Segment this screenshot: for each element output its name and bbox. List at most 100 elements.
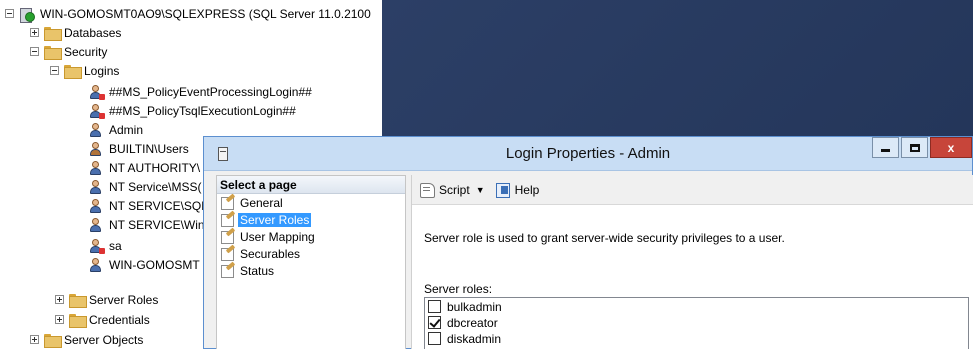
- login-item[interactable]: WIN-GOMOSMT: [88, 255, 200, 274]
- dialog-title: Login Properties - Admin: [505, 145, 671, 162]
- page-item-label: Server Roles: [238, 212, 312, 227]
- server-icon: [19, 6, 35, 23]
- login-label: NT AUTHORITY\: [109, 160, 201, 175]
- role-label: dbcreator: [447, 315, 498, 330]
- dialog-toolbar: Script ▼ Help: [412, 175, 973, 205]
- folder-icon: [69, 313, 87, 328]
- page-item-label: Securables: [240, 246, 301, 261]
- login-icon: [88, 198, 104, 214]
- page-item-general[interactable]: General: [217, 194, 405, 211]
- tree-node-security[interactable]: Security: [30, 42, 107, 61]
- server-roles-list[interactable]: bulkadmin dbcreator diskadmin: [424, 297, 969, 349]
- role-item-bulkadmin[interactable]: bulkadmin: [425, 299, 968, 314]
- page-content: Script ▼ Help Server role is used to gra…: [411, 175, 973, 349]
- page-icon: [221, 230, 235, 244]
- login-item[interactable]: ##MS_PolicyTsqlExecutionLogin##: [88, 101, 296, 120]
- logins-label: Logins: [84, 63, 120, 78]
- tree-node-server-roles[interactable]: Server Roles: [55, 290, 158, 309]
- role-checkbox[interactable]: [428, 332, 441, 345]
- server-roles-label: Server roles:: [424, 282, 493, 296]
- dropdown-arrow-icon[interactable]: ▼: [476, 185, 485, 195]
- page-icon: [221, 264, 235, 278]
- tree-node-logins[interactable]: Logins: [50, 61, 119, 80]
- folder-icon: [44, 333, 62, 348]
- minimize-button[interactable]: [872, 137, 899, 158]
- role-label: bulkadmin: [447, 299, 502, 314]
- tree-node-credentials[interactable]: Credentials: [55, 310, 150, 329]
- expand-icon[interactable]: [55, 315, 64, 324]
- maximize-icon: [909, 143, 920, 152]
- login-item[interactable]: NT SERVICE\SQL: [88, 196, 208, 215]
- login-item-admin[interactable]: Admin: [88, 120, 143, 139]
- script-icon: [419, 182, 435, 198]
- collapse-icon[interactable]: [30, 47, 39, 56]
- collapse-icon[interactable]: [50, 66, 59, 75]
- expand-icon[interactable]: [30, 335, 39, 344]
- login-icon: [88, 179, 104, 195]
- select-page-heading: Select a page: [217, 176, 405, 194]
- minimize-icon: [881, 149, 890, 152]
- credentials-label: Credentials: [89, 312, 150, 327]
- login-icon: [88, 257, 104, 273]
- role-checkbox[interactable]: [428, 300, 441, 313]
- page-icon: [221, 247, 235, 261]
- page-item-securables[interactable]: Securables: [217, 245, 405, 262]
- script-label: Script: [439, 182, 470, 197]
- group-login-icon: [88, 141, 104, 157]
- close-button[interactable]: x: [930, 137, 972, 158]
- login-label: sa: [109, 238, 122, 253]
- login-disabled-icon: [88, 238, 105, 254]
- security-label: Security: [64, 44, 108, 59]
- server-roles-label: Server Roles: [89, 292, 159, 307]
- page-item-label: General: [240, 195, 283, 210]
- login-icon: [88, 217, 104, 233]
- server-objects-label: Server Objects: [64, 332, 144, 347]
- login-label: Admin: [109, 122, 144, 137]
- page-icon: [221, 213, 235, 227]
- expand-icon[interactable]: [30, 28, 39, 37]
- page-item-label: Status: [240, 263, 275, 278]
- role-item-dbcreator[interactable]: dbcreator: [425, 315, 968, 330]
- role-item-diskadmin[interactable]: diskadmin: [425, 331, 968, 346]
- login-item[interactable]: BUILTIN\Users: [88, 139, 189, 158]
- help-icon: [495, 182, 511, 198]
- expand-icon[interactable]: [55, 295, 64, 304]
- role-label: diskadmin: [447, 331, 502, 346]
- tree-node-server[interactable]: WIN-GOMOSMT0AO9\SQLEXPRESS (SQL Server 1…: [5, 4, 371, 23]
- page-item-user-mapping[interactable]: User Mapping: [217, 228, 405, 245]
- login-label: NT Service\MSS(: [109, 179, 202, 194]
- login-item[interactable]: sa: [88, 236, 122, 255]
- login-label: BUILTIN\Users: [109, 141, 189, 156]
- login-item[interactable]: NT SERVICE\Win: [88, 215, 205, 234]
- login-icon: [88, 160, 104, 176]
- tree-node-server-objects[interactable]: Server Objects: [30, 330, 143, 349]
- login-label: ##MS_PolicyTsqlExecutionLogin##: [109, 103, 296, 118]
- dialog-titlebar[interactable]: Login Properties - Admin x: [204, 137, 972, 171]
- page-item-server-roles[interactable]: Server Roles: [217, 211, 405, 228]
- login-item[interactable]: NT Service\MSS(: [88, 177, 201, 196]
- login-item[interactable]: ##MS_PolicyEventProcessingLogin##: [88, 82, 312, 101]
- maximize-button[interactable]: [901, 137, 928, 158]
- folder-icon: [44, 26, 62, 41]
- folder-icon: [44, 45, 62, 60]
- login-label: WIN-GOMOSMT: [109, 257, 200, 272]
- help-button[interactable]: Help: [495, 182, 540, 198]
- help-label: Help: [514, 182, 540, 197]
- login-label: NT SERVICE\Win: [109, 217, 205, 232]
- databases-label: Databases: [64, 25, 122, 40]
- collapse-icon[interactable]: [5, 9, 14, 18]
- login-item[interactable]: NT AUTHORITY\: [88, 158, 200, 177]
- folder-icon: [64, 64, 82, 79]
- script-button[interactable]: Script ▼: [419, 182, 485, 198]
- page-item-status[interactable]: Status: [217, 262, 405, 279]
- select-page-panel: Select a page General Server Roles User …: [216, 175, 406, 349]
- login-properties-dialog: Login Properties - Admin x Select a page…: [203, 136, 973, 349]
- server-label: WIN-GOMOSMT0AO9\SQLEXPRESS (SQL Server 1…: [40, 6, 371, 21]
- login-label: NT SERVICE\SQL: [109, 198, 208, 213]
- role-checkbox[interactable]: [428, 316, 441, 329]
- tree-node-databases[interactable]: Databases: [30, 23, 121, 42]
- login-icon: [88, 122, 104, 138]
- page-icon: [221, 196, 235, 210]
- login-disabled-icon: [88, 84, 105, 100]
- desktop-background: [382, 0, 973, 136]
